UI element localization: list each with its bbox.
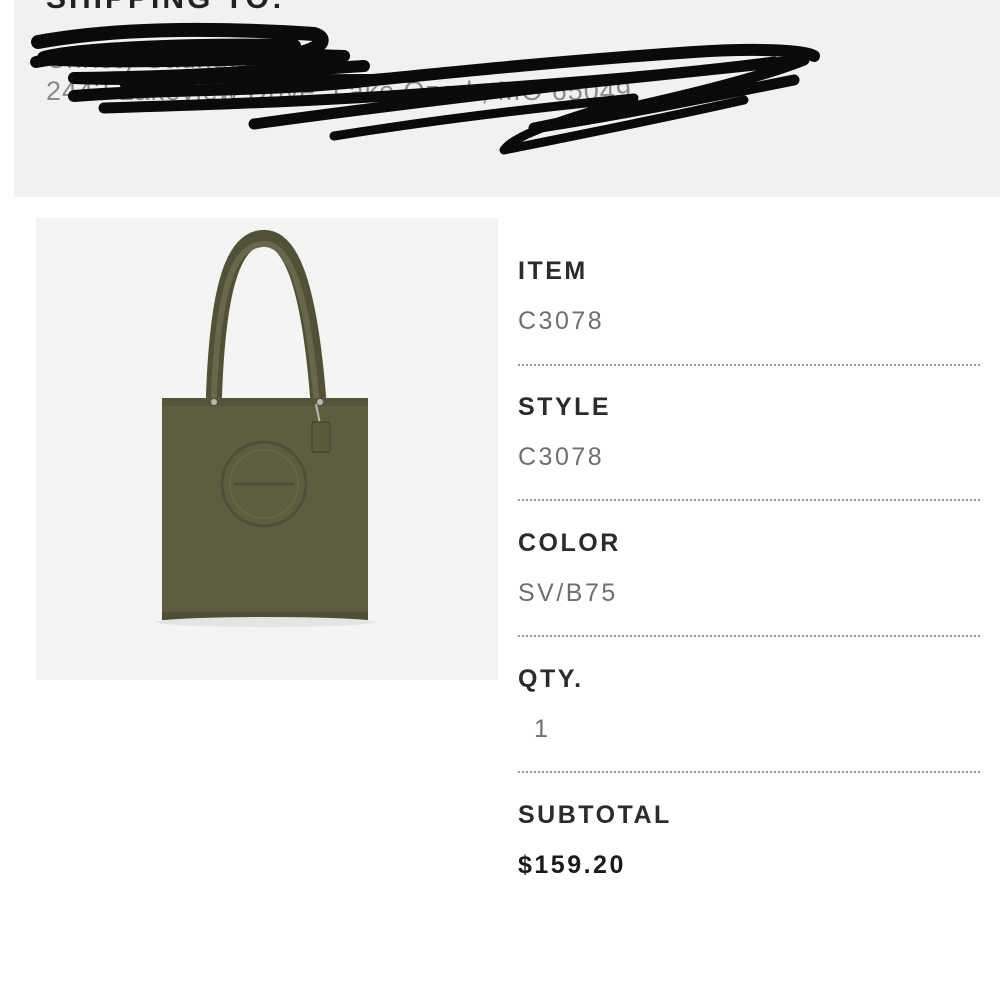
shipping-address: 2443 Lakeview Drive, Lake Ozark, MO 6504…	[46, 76, 632, 106]
product-image	[36, 218, 498, 680]
divider	[518, 364, 980, 366]
subtotal-value: $159.20	[518, 851, 626, 879]
shipping-heading: SHIPPING TO:	[46, 0, 285, 16]
subtotal-label: SUBTOTAL	[518, 801, 672, 829]
color-value: SV/B75	[518, 579, 618, 607]
color-label: COLOR	[518, 529, 621, 557]
tote-bag-icon	[36, 218, 498, 680]
qty-value: 1	[534, 715, 551, 743]
style-label: STYLE	[518, 393, 612, 421]
qty-field: QTY. 1	[518, 664, 980, 744]
item-value: C3078	[518, 307, 605, 335]
item-field: ITEM C3078	[518, 256, 980, 336]
shipping-name: Christy Saunders	[46, 44, 270, 74]
color-field: COLOR SV/B75	[518, 528, 980, 608]
divider	[518, 771, 980, 773]
style-field: STYLE C3078	[518, 392, 980, 472]
subtotal-field: SUBTOTAL $159.20	[518, 800, 980, 880]
item-label: ITEM	[518, 257, 588, 285]
divider	[518, 499, 980, 501]
shipping-panel: SHIPPING TO: Christy Saunders 2443 Lakev…	[14, 0, 1000, 197]
style-value: C3078	[518, 443, 605, 471]
qty-label: QTY.	[518, 665, 584, 693]
divider	[518, 635, 980, 637]
